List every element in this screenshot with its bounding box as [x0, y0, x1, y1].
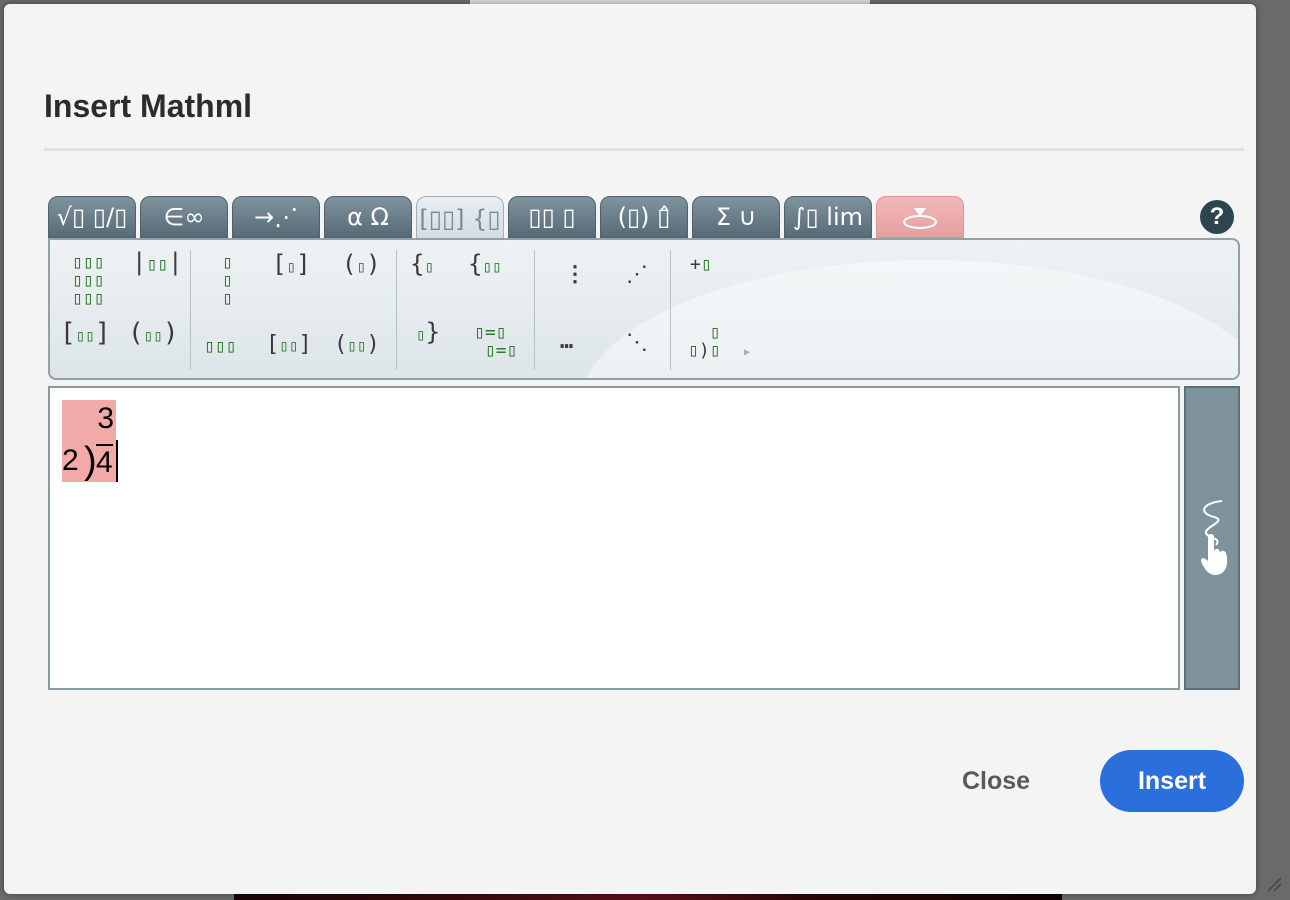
quotient: 3: [97, 402, 114, 435]
aligned-equations-icon[interactable]: ▯=▯ ▯=▯: [474, 324, 517, 360]
tab-matrices[interactable]: [▯▯] {▯: [416, 196, 504, 240]
bracket-row-icon[interactable]: [▯▯]: [266, 334, 312, 356]
tab-arrows[interactable]: →⋰: [232, 196, 320, 238]
insert-mathml-dialog: Insert Mathml √▯ ▯/▯ ∈∞ →⋰ α Ω [▯▯] {▯ ▯▯ ▯ (▯…: [4, 4, 1256, 894]
row-vector-3-icon[interactable]: ▯▯▯: [204, 338, 237, 356]
tab-fences-accents[interactable]: (▯) ▯̂: [600, 196, 688, 238]
cases-2-icon[interactable]: {▯: [410, 252, 434, 276]
dialog-title: Insert Mathml: [44, 88, 253, 124]
vertical-ellipsis-icon[interactable]: ⋮: [564, 264, 586, 286]
divisor: 2: [62, 444, 79, 477]
matrix-palette: ▯▯▯ ▯▯▯ ▯▯▯ |▯▯| ▯ ▯ ▯ [▯] (▯) {▯ {▯▯ ⋮ …: [48, 238, 1240, 380]
insert-button[interactable]: Insert: [1100, 750, 1244, 812]
diagonal-down-ellipsis-icon[interactable]: ⋱: [626, 332, 648, 354]
tab-radicals-fractions[interactable]: √▯ ▯/▯: [48, 196, 136, 238]
column-vector-3-icon[interactable]: ▯ ▯ ▯: [222, 254, 233, 308]
paren-matrix-2x2-icon[interactable]: (▯▯): [128, 320, 179, 346]
tab-handwriting[interactable]: [876, 196, 964, 238]
paren-column-icon[interactable]: (▯): [342, 252, 381, 276]
paren-row-icon[interactable]: (▯▯): [334, 334, 380, 356]
handwriting-hand-icon: [1201, 500, 1228, 575]
matrix-3x3-icon[interactable]: ▯▯▯ ▯▯▯ ▯▯▯: [72, 254, 105, 308]
long-division-icon[interactable]: ▯ ▯)▯: [688, 324, 721, 360]
long-addition-icon[interactable]: +▯: [690, 256, 712, 274]
bracket-column-icon[interactable]: [▯]: [272, 252, 311, 276]
title-divider: [44, 148, 1244, 151]
cases-2x2-icon[interactable]: {▯▯: [468, 252, 502, 276]
tab-greek[interactable]: α Ω: [324, 196, 412, 238]
right-cases-icon[interactable]: ▯}: [416, 320, 440, 344]
long-division-expression[interactable]: 3 2 ) 4: [62, 400, 116, 482]
tab-scripts[interactable]: ▯▯ ▯: [508, 196, 596, 238]
tab-symbols[interactable]: ∈∞: [140, 196, 228, 238]
tab-operators[interactable]: Σ ∪: [692, 196, 780, 238]
dividend: 4: [96, 444, 113, 479]
tab-calculus[interactable]: ∫▯ lim: [784, 196, 872, 238]
resize-grip-icon[interactable]: [1264, 874, 1282, 892]
diagonal-up-ellipsis-icon[interactable]: ⋰: [626, 264, 648, 286]
math-editor[interactable]: 3 2 ) 4: [48, 386, 1180, 690]
determinant-2x2-icon[interactable]: |▯▯|: [132, 250, 183, 274]
help-button[interactable]: ?: [1200, 200, 1234, 234]
division-bracket-icon: ): [84, 440, 97, 482]
bracket-matrix-2x2-icon[interactable]: [▯▯]: [60, 320, 111, 346]
handwriting-tray-icon: [903, 208, 937, 229]
handwriting-panel[interactable]: [1184, 386, 1240, 690]
more-arrow-icon[interactable]: ▶: [744, 348, 750, 358]
horizontal-ellipsis-icon[interactable]: ⋯: [560, 336, 573, 358]
palette-tabs: √▯ ▯/▯ ∈∞ →⋰ α Ω [▯▯] {▯ ▯▯ ▯ (▯) ▯̂ Σ ∪ ∫▯ lim: [48, 196, 964, 240]
text-cursor: [116, 440, 118, 482]
close-button[interactable]: Close: [940, 750, 1052, 812]
